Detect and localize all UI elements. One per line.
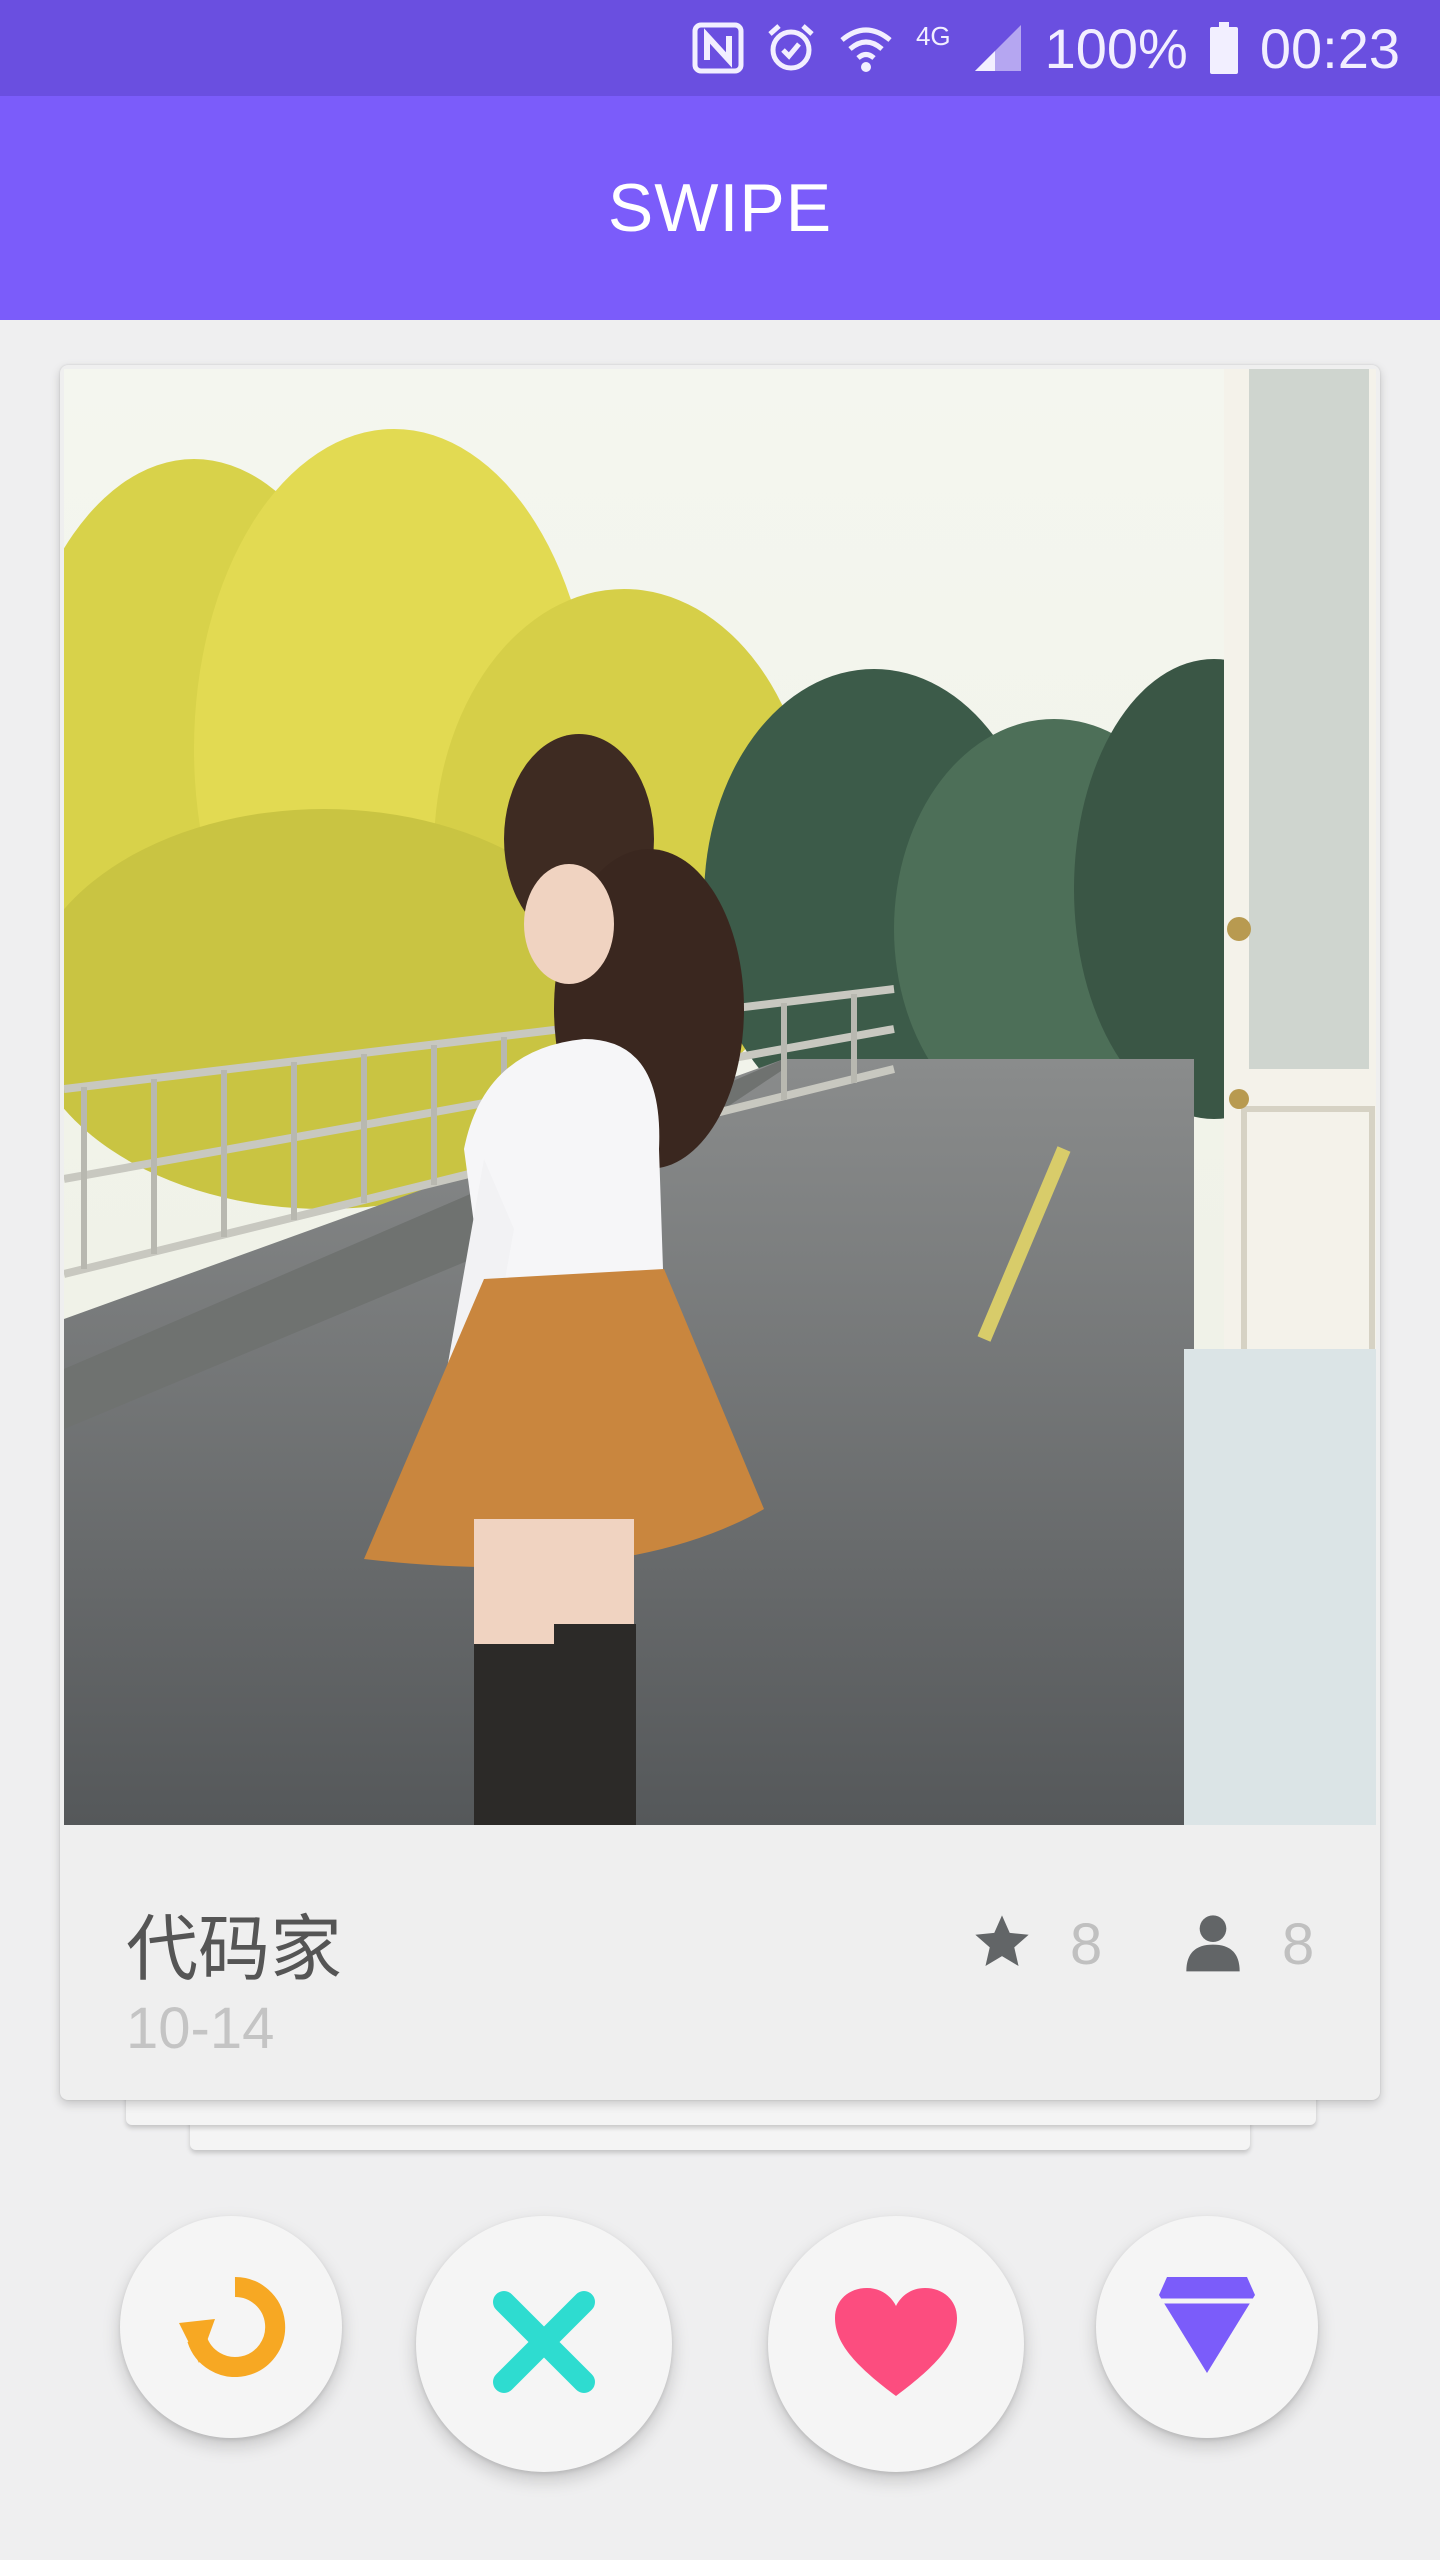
app-bar: SWIPE — [0, 96, 1440, 320]
super-like-button[interactable] — [1096, 2216, 1318, 2438]
network-type-label: 4G — [915, 20, 951, 51]
card-date: 10-14 — [126, 1996, 275, 2061]
stars-count: 8 — [1070, 1912, 1103, 1977]
card-title: 代码家 — [126, 1907, 343, 1991]
heart-icon — [833, 2286, 959, 2403]
undo-icon — [175, 2273, 287, 2382]
wifi-icon — [838, 22, 894, 74]
status-icons: 4G 100% 00:23 — [692, 0, 1400, 96]
alarm-icon — [766, 22, 816, 74]
users-stat: 8 — [1180, 1910, 1314, 1979]
app-title: SWIPE — [607, 170, 833, 246]
users-count: 8 — [1282, 1912, 1315, 1977]
stars-stat: 8 — [970, 1910, 1102, 1979]
profile-photo — [64, 369, 1376, 1825]
undo-button[interactable] — [120, 2216, 342, 2438]
nfc-icon — [692, 22, 744, 74]
like-button[interactable] — [768, 2216, 1024, 2472]
star-icon — [970, 1910, 1034, 1979]
nope-button[interactable] — [416, 2216, 672, 2472]
person-icon — [1180, 1910, 1246, 1979]
battery-percent: 100% — [1044, 16, 1188, 80]
profile-card[interactable]: 代码家 10-14 8 8 — [60, 365, 1380, 2100]
status-bar: 4G 100% 00:23 — [0, 0, 1440, 96]
clock-time: 00:23 — [1259, 16, 1400, 80]
diamond-icon — [1157, 2275, 1257, 2380]
close-icon — [492, 2290, 596, 2399]
signal-icon — [973, 23, 1023, 73]
battery-icon — [1209, 22, 1238, 74]
